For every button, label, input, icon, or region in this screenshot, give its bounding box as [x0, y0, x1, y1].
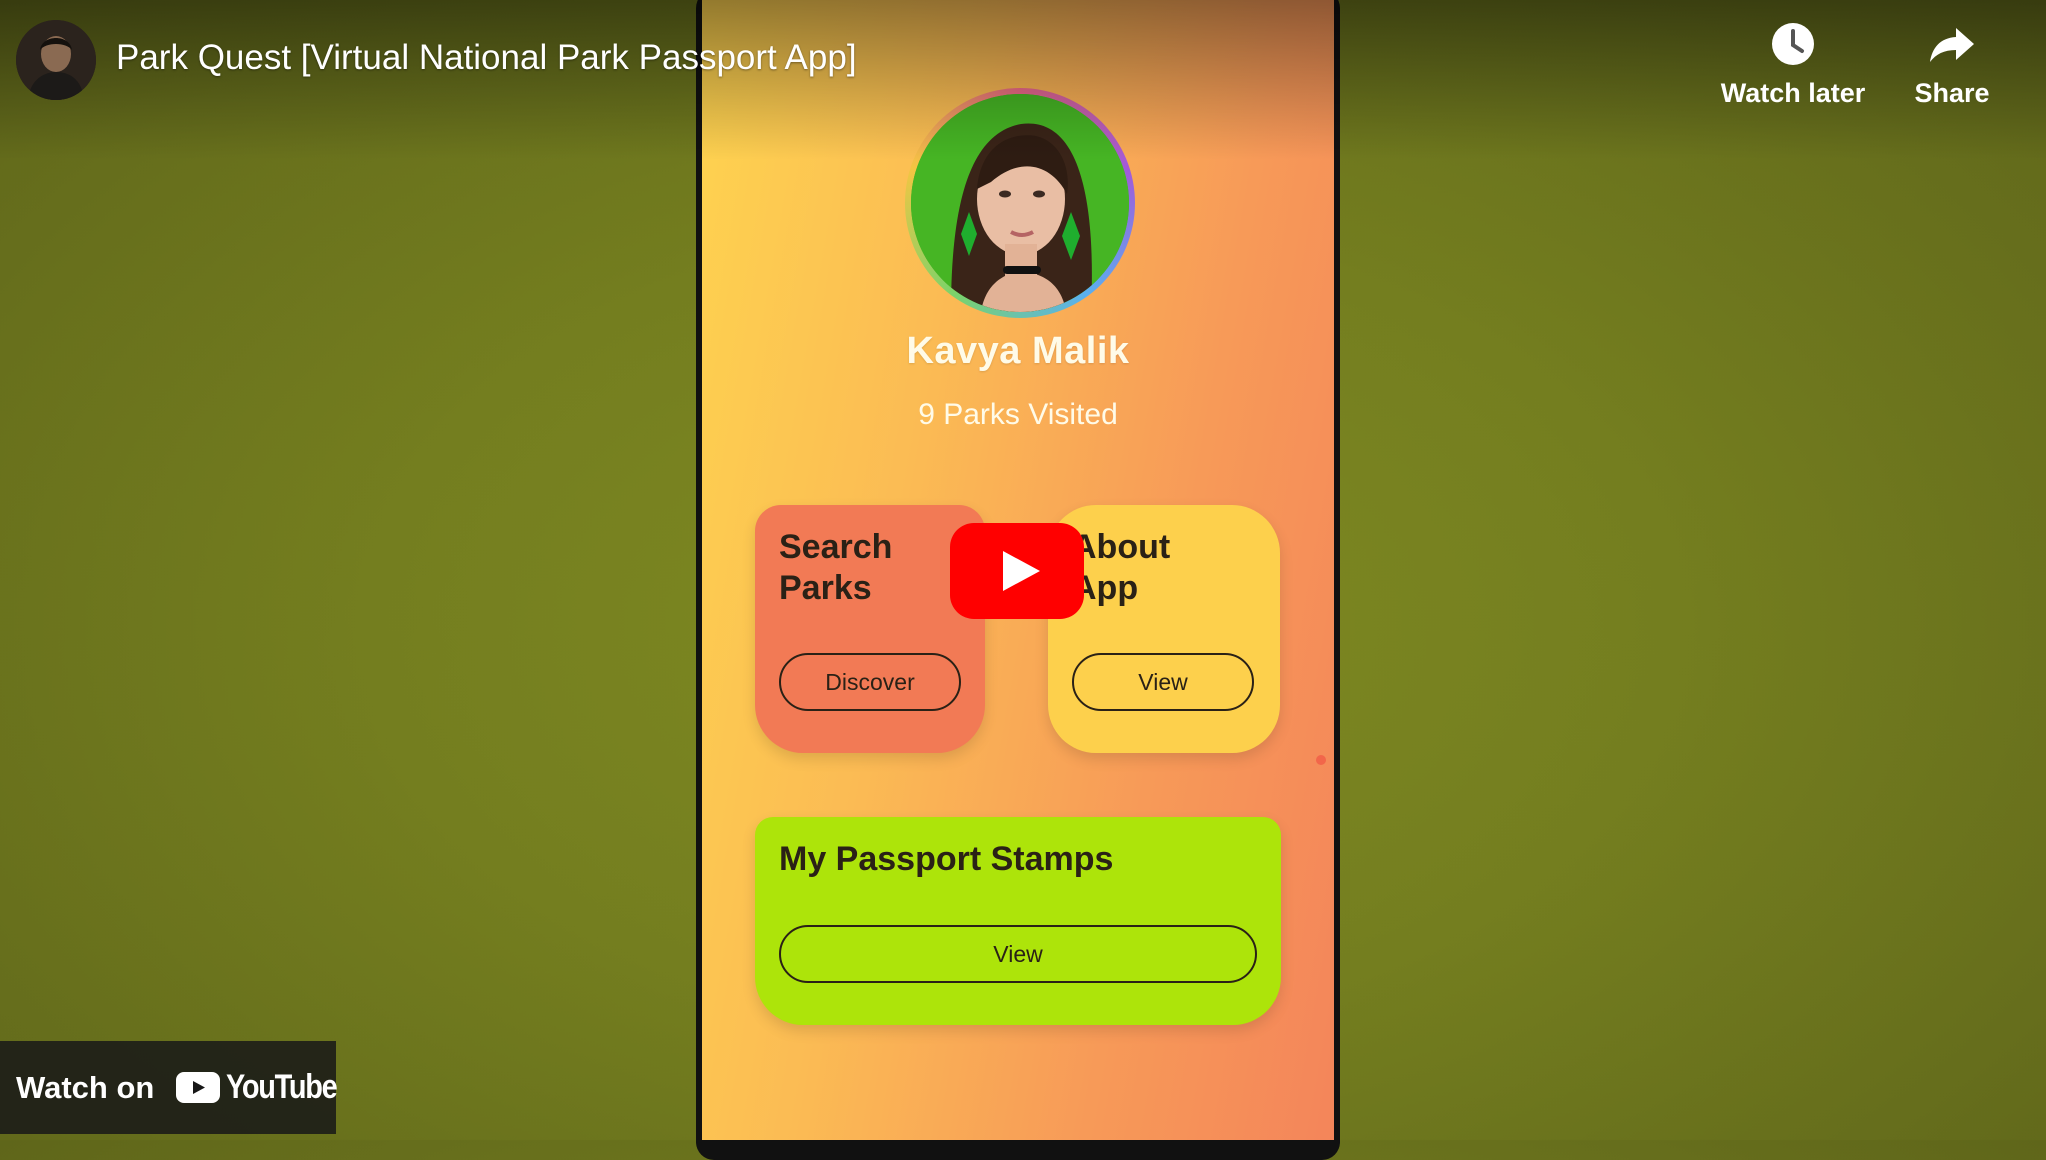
- stamps-view-button[interactable]: View: [779, 925, 1257, 983]
- scroll-indicator-dot: [1316, 755, 1326, 765]
- share-arrow-icon: [1930, 28, 1974, 62]
- youtube-play-icon: [176, 1072, 221, 1103]
- channel-avatar[interactable]: [16, 20, 96, 100]
- share-label: Share: [1914, 78, 1990, 108]
- discover-button[interactable]: Discover: [779, 653, 961, 711]
- profile-avatar: [905, 88, 1135, 318]
- share-button[interactable]: Share: [1872, 20, 2032, 109]
- play-button[interactable]: [950, 523, 1084, 619]
- search-parks-title: Search Parks: [779, 528, 893, 607]
- watch-on-label: Watch on: [16, 1069, 155, 1105]
- profile-name: Kavya Malik: [906, 330, 1130, 372]
- watch-later-button[interactable]: Watch later: [1713, 20, 1873, 109]
- youtube-logo: YouTube: [176, 1068, 356, 1107]
- video-title[interactable]: Park Quest [Virtual National Park Passpo…: [116, 38, 857, 78]
- passport-stamps-card: My Passport Stamps View: [755, 817, 1281, 1025]
- passport-stamps-title: My Passport Stamps: [779, 840, 1114, 878]
- about-view-button[interactable]: View: [1072, 653, 1254, 711]
- watch-on-youtube-link[interactable]: Watch on YouTube: [0, 1041, 338, 1134]
- parks-visited-count: 9 Parks Visited: [918, 398, 1118, 431]
- about-app-title: About App: [1072, 528, 1171, 607]
- clock-icon: [1772, 23, 1814, 65]
- watch-later-label: Watch later: [1720, 78, 1866, 108]
- youtube-wordmark: YouTube: [226, 1068, 338, 1106]
